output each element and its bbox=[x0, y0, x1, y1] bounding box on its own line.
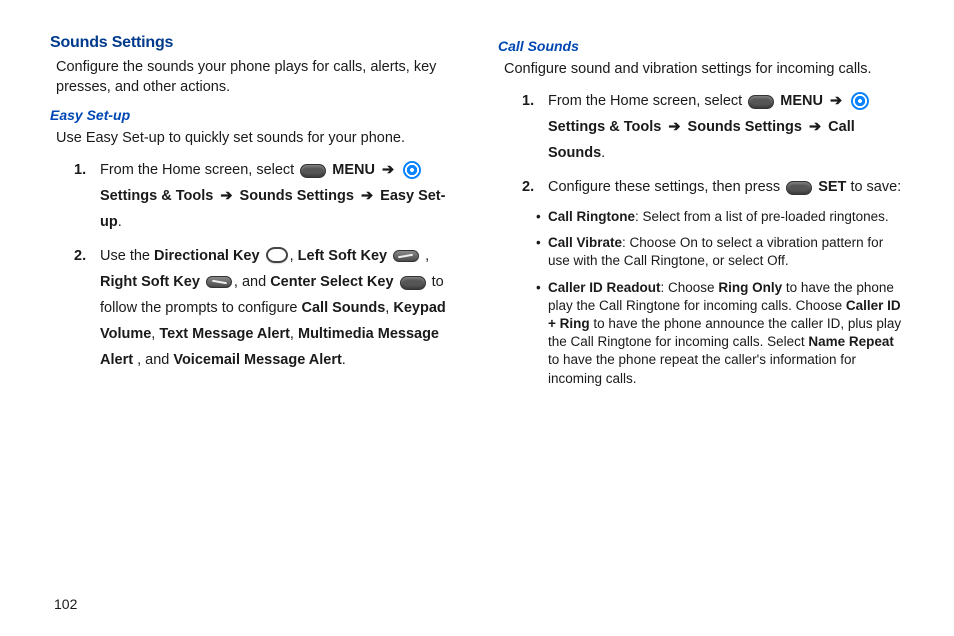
center-key-icon bbox=[300, 164, 326, 178]
step-number: 1. bbox=[522, 88, 534, 114]
step-text: From the Home screen, select bbox=[548, 93, 746, 109]
arrow-icon: ➔ bbox=[668, 119, 680, 135]
arrow-icon: ➔ bbox=[220, 188, 232, 204]
subsection-intro: Use Easy Set-up to quickly set sounds fo… bbox=[56, 129, 458, 149]
subsection-intro: Configure sound and vibration settings f… bbox=[504, 60, 906, 80]
sounds-settings-label: Sounds Settings bbox=[240, 188, 354, 204]
arrow-icon: ➔ bbox=[361, 188, 373, 204]
steps-list-call-sounds: 1. From the Home screen, select MENU ➔ S… bbox=[522, 88, 906, 200]
subsection-title-call-sounds: Call Sounds bbox=[498, 38, 906, 54]
bullet-item: Call Vibrate: Choose On to select a vibr… bbox=[536, 234, 906, 270]
sounds-settings-label: Sounds Settings bbox=[688, 119, 802, 135]
section-title-sounds-settings: Sounds Settings bbox=[50, 34, 458, 52]
right-column: Call Sounds Configure sound and vibratio… bbox=[498, 34, 906, 396]
right-soft-key-icon bbox=[206, 276, 232, 288]
target-icon bbox=[851, 92, 869, 110]
step-number: 2. bbox=[522, 174, 534, 200]
ring-only-label: Ring Only bbox=[718, 280, 782, 295]
arrow-icon: ➔ bbox=[382, 162, 394, 178]
left-soft-key-label: Left Soft Key bbox=[298, 248, 387, 264]
left-soft-key-icon bbox=[393, 250, 419, 262]
bullet-item: Call Ringtone: Select from a list of pre… bbox=[536, 208, 906, 226]
text-message-alert-label: Text Message Alert bbox=[159, 326, 290, 342]
target-icon bbox=[403, 161, 421, 179]
bullet-item: Caller ID Readout: Choose Ring Only to h… bbox=[536, 279, 906, 388]
arrow-icon: ➔ bbox=[809, 119, 821, 135]
bullet-list: Call Ringtone: Select from a list of pre… bbox=[536, 208, 906, 388]
step-item: 1. From the Home screen, select MENU ➔ S… bbox=[522, 88, 906, 166]
step-text: to save: bbox=[850, 179, 901, 195]
step-item: 1. From the Home screen, select MENU ➔ S… bbox=[74, 157, 458, 235]
right-soft-key-label: Right Soft Key bbox=[100, 274, 200, 290]
step-text: Use the bbox=[100, 248, 154, 264]
directional-key-label: Directional Key bbox=[154, 248, 260, 264]
bullet-term: Call Ringtone bbox=[548, 209, 635, 224]
step-item: 2. Use the Directional Key , Left Soft K… bbox=[74, 243, 458, 373]
page-number: 102 bbox=[54, 596, 77, 612]
settings-tools-label: Settings & Tools bbox=[100, 188, 213, 204]
subsection-title-easy-setup: Easy Set-up bbox=[50, 107, 458, 123]
directional-key-icon bbox=[266, 247, 288, 263]
center-key-icon bbox=[400, 276, 426, 290]
step-text: , and bbox=[137, 352, 173, 368]
arrow-icon: ➔ bbox=[830, 93, 842, 109]
step-number: 1. bbox=[74, 157, 86, 183]
settings-tools-label: Settings & Tools bbox=[548, 119, 661, 135]
section-intro: Configure the sounds your phone plays fo… bbox=[56, 58, 458, 97]
step-text: From the Home screen, select bbox=[100, 162, 298, 178]
voicemail-message-alert-label: Voicemail Message Alert bbox=[173, 352, 341, 368]
steps-list-easy-setup: 1. From the Home screen, select MENU ➔ S… bbox=[74, 157, 458, 374]
bullet-desc: : Select from a list of pre-loaded ringt… bbox=[635, 209, 889, 224]
set-label: SET bbox=[818, 179, 846, 195]
bullet-desc: : Choose bbox=[661, 280, 719, 295]
bullet-desc: to have the phone repeat the caller's in… bbox=[548, 352, 856, 385]
bullet-term: Call Vibrate bbox=[548, 235, 622, 250]
call-sounds-label: Call Sounds bbox=[302, 300, 386, 316]
step-number: 2. bbox=[74, 243, 86, 269]
step-item: 2. Configure these settings, then press … bbox=[522, 174, 906, 200]
menu-label: MENU bbox=[332, 162, 375, 178]
menu-label: MENU bbox=[780, 93, 823, 109]
left-column: Sounds Settings Configure the sounds you… bbox=[50, 34, 458, 396]
center-key-icon bbox=[786, 181, 812, 195]
step-text: Configure these settings, then press bbox=[548, 179, 784, 195]
center-select-key-label: Center Select Key bbox=[270, 274, 393, 290]
name-repeat-label: Name Repeat bbox=[808, 334, 894, 349]
bullet-term: Caller ID Readout bbox=[548, 280, 661, 295]
center-key-icon bbox=[748, 95, 774, 109]
